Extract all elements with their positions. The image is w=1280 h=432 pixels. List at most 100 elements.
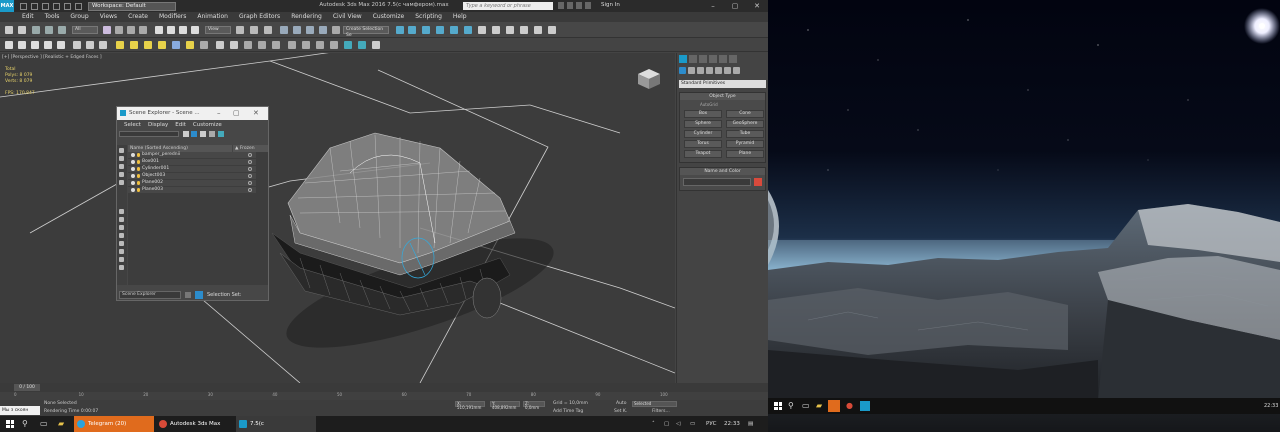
bone-icon[interactable] [200, 41, 208, 49]
se-options-icon[interactable] [185, 292, 191, 298]
filter-icon[interactable] [288, 41, 296, 49]
frozen-toggle-icon[interactable] [248, 167, 252, 171]
visibility-bulb-icon[interactable] [137, 181, 140, 185]
rectangular-selection-icon[interactable] [127, 26, 135, 34]
visibility-bulb-icon[interactable] [137, 167, 140, 171]
se-column-name[interactable]: Name (Sorted Ascending) [128, 145, 233, 152]
menu-rendering[interactable]: Rendering [291, 12, 322, 22]
reference-coordinate-dropdown[interactable]: View [205, 26, 231, 34]
camera-icon[interactable] [172, 41, 180, 49]
menu-tools[interactable]: Tools [45, 12, 60, 22]
visibility-bulb-icon[interactable] [137, 174, 140, 178]
options-icon[interactable] [372, 41, 380, 49]
frozen-icon[interactable] [258, 41, 266, 49]
group-icon[interactable] [99, 41, 107, 49]
rendered-frame-window-icon[interactable] [506, 26, 514, 34]
list-item[interactable]: Cylinder001 [128, 166, 256, 172]
key-mode-dropdown[interactable]: Selected [632, 401, 677, 407]
se-display-shapes-icon[interactable] [119, 156, 124, 161]
menu-animation[interactable]: Animation [197, 12, 228, 22]
spacewarp-icon[interactable] [186, 41, 194, 49]
search-input[interactable]: Type a keyword or phrase [463, 2, 553, 10]
cameras-category-icon[interactable] [706, 67, 713, 74]
scene-explorer-dropdown[interactable]: Scene Explorer [119, 291, 181, 299]
project-folder-icon[interactable] [75, 2, 82, 10]
shapes-category-icon[interactable] [688, 67, 695, 74]
edit-named-selection-icon[interactable] [332, 26, 340, 34]
select-manipulate-icon[interactable] [250, 26, 258, 34]
curve-editor-icon[interactable] [450, 26, 458, 34]
pivot-center-icon[interactable] [236, 26, 244, 34]
se-lock-icon[interactable] [200, 131, 206, 137]
sign-in-link[interactable]: Sign In [601, 2, 620, 8]
scale-icon[interactable] [179, 26, 187, 34]
desktop-clock[interactable]: 22:33 [1264, 398, 1278, 414]
named-selection-dropdown[interactable]: Create Selection Se [343, 26, 389, 38]
create-tab-icon[interactable] [679, 55, 687, 63]
list-item[interactable]: Box001 [128, 159, 256, 165]
xref-icon[interactable] [216, 41, 224, 49]
search-icon[interactable]: ⚲ [22, 419, 28, 428]
close-button[interactable]: ✕ [746, 0, 768, 12]
se-column-frozen[interactable]: ▲ Frozen [233, 145, 255, 152]
rotate-icon[interactable] [167, 26, 175, 34]
tray-battery-icon[interactable]: ▭ [690, 416, 695, 432]
align-icon[interactable] [408, 26, 416, 34]
menu-customize[interactable]: Customize [373, 12, 405, 22]
list-item[interactable]: Plane003 [128, 187, 256, 193]
geometry-category-icon[interactable] [679, 67, 686, 74]
list-item[interactable]: bamper_perednii [128, 152, 256, 158]
user-icon[interactable] [585, 2, 591, 9]
display-tab-icon[interactable] [719, 55, 727, 63]
percent-snap-icon[interactable] [306, 26, 314, 34]
maxscript-listener-input[interactable]: Мы з скоян [0, 406, 40, 415]
viewport-label[interactable]: [+] [Perspective ] [Realistic + Edged Fa… [2, 55, 102, 60]
angle-snap-icon[interactable] [293, 26, 301, 34]
se-find-input[interactable] [119, 131, 179, 137]
taskbar-telegram[interactable]: Telegram (20) [74, 416, 154, 432]
se-display-groups-icon[interactable] [119, 217, 124, 222]
3dsmax-taskbar-icon[interactable] [860, 401, 870, 411]
se-display-geometry-icon[interactable] [119, 148, 124, 153]
save-file-icon[interactable] [42, 2, 49, 10]
tube-button[interactable]: Tube [726, 130, 764, 138]
menu-edit[interactable]: Edit [22, 12, 34, 22]
z-coordinate-field[interactable]: Z: 0,0mm [523, 401, 545, 410]
invert-selection-icon[interactable] [330, 41, 338, 49]
name-color-header[interactable]: Name and Color [680, 168, 765, 175]
bind-spacewarp-icon[interactable] [58, 26, 66, 34]
frozen-toggle-icon[interactable] [248, 153, 252, 157]
task-view-icon[interactable]: ▭ [802, 401, 810, 410]
se-display-frozen-icon[interactable] [119, 249, 124, 254]
render-online-icon[interactable] [548, 26, 556, 34]
se-display-cameras-icon[interactable] [119, 172, 124, 177]
frozen-toggle-icon[interactable] [248, 160, 252, 164]
geometry-icon[interactable] [130, 41, 138, 49]
menu-scripting[interactable]: Scripting [415, 12, 442, 22]
search-icon[interactable] [558, 2, 564, 9]
list-item[interactable]: Object003 [128, 173, 256, 179]
se-display-hidden-icon[interactable] [119, 257, 124, 262]
undo-icon[interactable] [53, 2, 60, 10]
select-none-icon[interactable] [316, 41, 324, 49]
notifications-icon[interactable]: ▤ [748, 416, 753, 432]
open-file-icon[interactable] [31, 2, 38, 10]
schematic-view-icon[interactable] [464, 26, 472, 34]
chrome-taskbar-icon[interactable]: ● [846, 401, 853, 410]
auto-key-button[interactable]: Auto [616, 401, 626, 406]
minimize-button[interactable]: – [702, 0, 724, 12]
layer-icon[interactable] [57, 41, 65, 49]
list-item[interactable]: Plane002 [128, 180, 256, 186]
visibility-bulb-icon[interactable] [137, 188, 140, 192]
object-type-header[interactable]: Object Type [680, 93, 765, 100]
se-minimize-button[interactable]: – [217, 107, 221, 120]
pyramid-button[interactable]: Pyramid [726, 140, 764, 148]
taskbar-clock[interactable]: 22:33 [724, 416, 740, 432]
file-explorer-icon[interactable]: ▰ [816, 401, 822, 410]
new-file-icon[interactable] [20, 2, 27, 10]
menu-create[interactable]: Create [128, 12, 148, 22]
menu-graph-editors[interactable]: Graph Editors [239, 12, 280, 22]
track-bar[interactable]: 0 10 20 30 40 50 60 70 80 90 100 [0, 392, 768, 400]
taskbar-3dsmax[interactable]: 7.5(с чамфером).max... [236, 416, 316, 432]
visibility-bulb-icon[interactable] [137, 153, 140, 157]
